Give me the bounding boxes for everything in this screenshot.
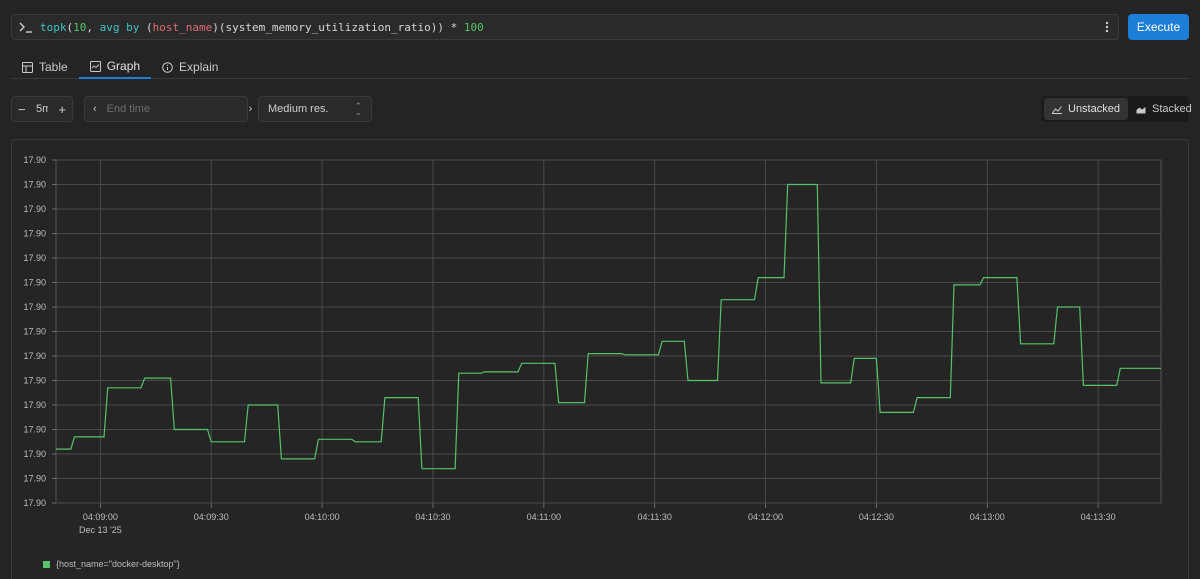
query-token: ( bbox=[139, 20, 153, 34]
line-chart-icon bbox=[1052, 105, 1062, 114]
x-tick-label: 04:10:00 bbox=[305, 512, 340, 522]
info-icon bbox=[162, 61, 173, 73]
x-tick-label: 04:12:00 bbox=[748, 512, 783, 522]
query-token: , bbox=[86, 20, 100, 34]
query-token: host_name bbox=[152, 20, 213, 34]
range-decrease-button[interactable]: − bbox=[18, 102, 26, 117]
query-token: topk bbox=[40, 20, 67, 34]
query-input[interactable]: topk(10, avg by (host_name)(system_memor… bbox=[40, 21, 1096, 34]
graph-panel: 17.90 17.90 17.90 17.90 17.90 17.90 17.90 17.90… bbox=[11, 139, 1189, 579]
legend[interactable]: {host_name="docker-desktop"} bbox=[43, 559, 180, 569]
legend-label: {host_name="docker-desktop"} bbox=[56, 559, 180, 569]
unstacked-button[interactable]: Unstacked bbox=[1044, 98, 1128, 120]
y-tick-label: 17.90 bbox=[23, 278, 46, 288]
tab-label: Table bbox=[39, 60, 68, 74]
y-tick-label: 17.90 bbox=[23, 425, 46, 435]
legend-swatch bbox=[43, 560, 50, 568]
resolution-value: Medium res. bbox=[268, 103, 329, 115]
y-tick-label: 17.90 bbox=[23, 376, 46, 386]
query-token: avg bbox=[99, 20, 120, 34]
stacked-label: Stacked bbox=[1151, 103, 1192, 115]
y-tick-label: 17.90 bbox=[23, 180, 46, 190]
query-token: )( bbox=[212, 20, 226, 34]
time-series-chart[interactable]: 17.90 17.90 17.90 17.90 17.90 17.90 17.90 17.90… bbox=[12, 140, 1188, 550]
tab-explain[interactable]: Explain bbox=[151, 55, 229, 79]
area-chart-icon bbox=[1136, 106, 1146, 113]
range-control: − 5m + bbox=[11, 96, 73, 122]
query-token: 100 bbox=[463, 20, 484, 34]
view-tabs: Table Graph Explain bbox=[11, 55, 1189, 79]
y-tick-label: 17.90 bbox=[23, 155, 46, 165]
y-tick-label: 17.90 bbox=[23, 351, 46, 361]
y-tick-label: 17.90 bbox=[23, 449, 46, 459]
kebab-menu-icon[interactable] bbox=[1096, 15, 1118, 39]
y-tick-label: 17.90 bbox=[23, 253, 46, 263]
x-tick-label: 04:10:30 bbox=[415, 512, 450, 522]
stacked-button[interactable]: Stacked bbox=[1128, 98, 1200, 120]
y-tick-label: 17.90 bbox=[23, 474, 46, 484]
range-increase-button[interactable]: + bbox=[58, 102, 66, 117]
y-tick-label: 17.90 bbox=[23, 204, 46, 214]
query-token: 10 bbox=[73, 20, 87, 34]
y-tick-label: 17.90 bbox=[23, 229, 46, 239]
series-line[interactable] bbox=[56, 183, 1161, 470]
y-tick-label: 17.90 bbox=[23, 302, 46, 312]
stack-mode-toggle: Unstacked Stacked bbox=[1041, 96, 1192, 122]
tab-label: Graph bbox=[106, 59, 141, 73]
x-date-label: Dec 13 '25 bbox=[79, 525, 122, 535]
query-token: )) * bbox=[430, 20, 464, 34]
chevron-updown-icon: ⌃ ⌄ bbox=[354, 101, 362, 117]
execute-button[interactable]: Execute bbox=[1128, 14, 1189, 40]
query-token: by bbox=[126, 20, 140, 34]
end-time-input[interactable] bbox=[96, 103, 249, 115]
tab-label: Explain bbox=[179, 60, 219, 74]
query-token: system_memory_utilization_ratio bbox=[225, 20, 431, 34]
terminal-prompt-icon bbox=[12, 15, 40, 39]
y-tick-label: 17.90 bbox=[23, 498, 46, 508]
y-tick-label: 17.90 bbox=[23, 327, 46, 337]
x-tick-label: 04:09:30 bbox=[194, 512, 229, 522]
x-tick-label: 04:13:30 bbox=[1081, 512, 1116, 522]
unstacked-label: Unstacked bbox=[1068, 103, 1120, 115]
graph-icon bbox=[89, 60, 101, 72]
y-tick-label: 17.90 bbox=[23, 400, 46, 410]
range-input[interactable]: 5m bbox=[36, 103, 48, 115]
query-bar[interactable]: topk(10, avg by (host_name)(system_memor… bbox=[11, 14, 1119, 40]
x-tick-label: 04:11:30 bbox=[638, 512, 672, 522]
resolution-select[interactable]: Medium res. ⌃ ⌄ bbox=[258, 96, 372, 122]
x-tick-label: 04:13:00 bbox=[970, 512, 1005, 522]
end-time-control: ‹ › bbox=[84, 96, 252, 122]
x-tick-label: 04:12:30 bbox=[859, 512, 894, 522]
tab-graph[interactable]: Graph bbox=[78, 55, 152, 79]
table-icon bbox=[22, 61, 33, 73]
x-tick-label: 04:11:00 bbox=[527, 512, 561, 522]
x-tick-label: 04:09:00 bbox=[83, 512, 118, 522]
tab-table[interactable]: Table bbox=[11, 55, 79, 79]
chevron-right-icon[interactable]: › bbox=[249, 103, 253, 115]
